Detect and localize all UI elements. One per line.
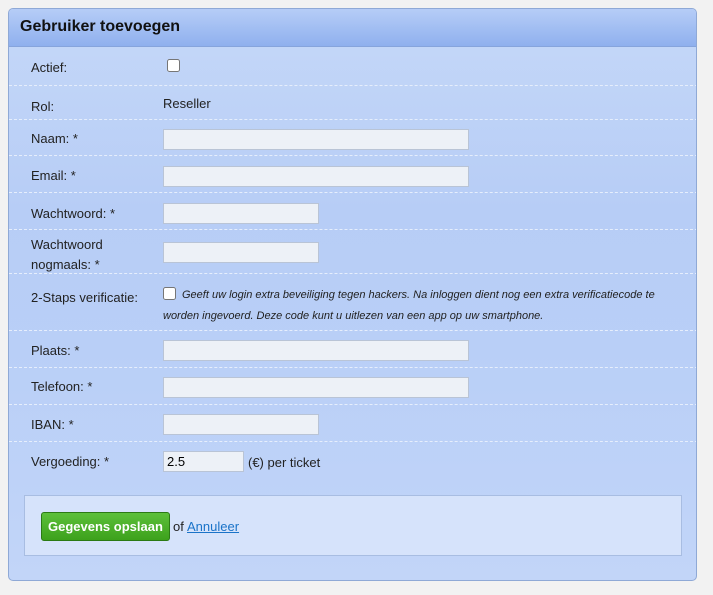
- twostep-checkbox-wrap: [163, 287, 176, 307]
- save-button[interactable]: Gegevens opslaan: [41, 512, 170, 541]
- add-user-panel: Gebruiker toevoegen Actief: Rol: Reselle…: [8, 8, 697, 581]
- wachtwoord-nogmaals-label: Wachtwoord nogmaals: *: [31, 235, 103, 275]
- naam-label: Naam: *: [31, 131, 78, 146]
- wachtwoord-label: Wachtwoord: *: [31, 206, 116, 221]
- actief-checkbox[interactable]: [167, 59, 180, 72]
- twostep-help: Geeft uw login extra beveiliging tegen h…: [163, 286, 668, 326]
- telefoon-label: Telefoon: *: [31, 379, 93, 394]
- twostep-help-text: Geeft uw login extra beveiliging tegen h…: [163, 289, 655, 322]
- actief-label: Actief:: [31, 60, 68, 75]
- vergoeding-input[interactable]: [163, 451, 244, 472]
- row-actief: Actief:: [9, 47, 696, 86]
- rol-value: Reseller: [163, 96, 211, 111]
- plaats-label: Plaats: *: [31, 343, 80, 358]
- row-vergoeding: Vergoeding: * (€) per ticket: [9, 442, 696, 482]
- naam-input[interactable]: [163, 129, 469, 150]
- iban-label: IBAN: *: [31, 417, 74, 432]
- actief-checkbox-wrap: [167, 59, 180, 75]
- rol-label: Rol:: [31, 99, 55, 114]
- telefoon-input[interactable]: [163, 377, 469, 398]
- form-actions: Gegevens opslaan of Annuleer: [24, 495, 682, 556]
- row-wachtwoord: Wachtwoord: *: [9, 193, 696, 230]
- iban-input[interactable]: [163, 414, 319, 435]
- twostep-label: 2-Staps verificatie:: [31, 290, 138, 305]
- email-label: Email: *: [31, 168, 76, 183]
- row-iban: IBAN: *: [9, 405, 696, 442]
- row-telefoon: Telefoon: *: [9, 368, 696, 405]
- row-twostep: 2-Staps verificatie: Geeft uw login extr…: [9, 274, 696, 331]
- plaats-input[interactable]: [163, 340, 469, 361]
- twostep-checkbox[interactable]: [163, 287, 176, 300]
- row-wachtwoord-nogmaals: Wachtwoord nogmaals: *: [9, 230, 696, 275]
- row-rol: Rol: Reseller: [9, 86, 696, 120]
- wachtwoord-input[interactable]: [163, 203, 319, 224]
- vergoeding-label: Vergoeding: *: [31, 454, 110, 469]
- cancel-link[interactable]: Annuleer: [187, 519, 239, 534]
- wachtwoord-nogmaals-label-line2: nogmaals: *: [31, 257, 100, 272]
- wachtwoord-nogmaals-label-line1: Wachtwoord: [31, 237, 103, 252]
- panel-title: Gebruiker toevoegen: [9, 9, 696, 47]
- row-naam: Naam: *: [9, 120, 696, 156]
- row-plaats: Plaats: *: [9, 331, 696, 368]
- email-input[interactable]: [163, 166, 469, 187]
- wachtwoord-nogmaals-input[interactable]: [163, 242, 319, 263]
- vergoeding-suffix: (€) per ticket: [248, 455, 321, 470]
- or-text: of: [173, 519, 184, 534]
- row-email: Email: *: [9, 156, 696, 193]
